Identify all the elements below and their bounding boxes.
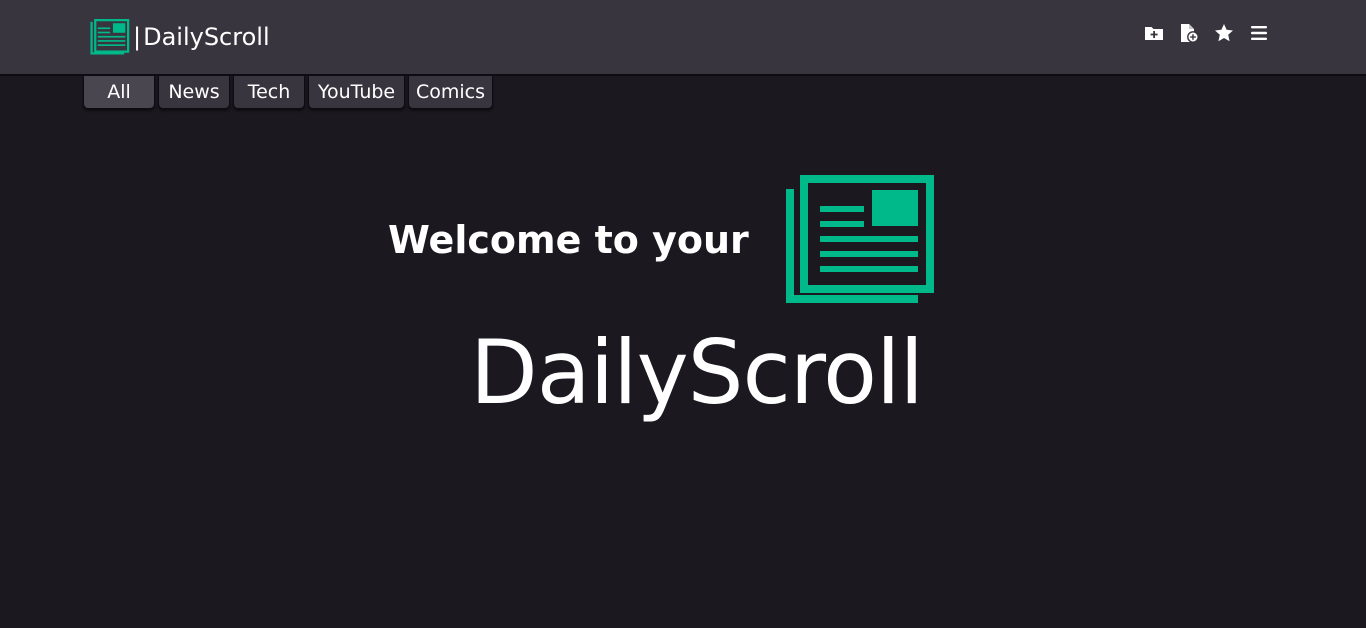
category-tabs: All News Tech YouTube Comics [83,76,493,109]
tab-news[interactable]: News [158,76,230,109]
tab-all[interactable]: All [83,76,155,109]
header-actions [1136,22,1276,44]
newspaper-icon [786,175,934,303]
tab-tech[interactable]: Tech [233,76,305,109]
folder-plus-icon [1144,27,1163,40]
top-navbar: | DailyScroll [0,0,1366,76]
add-folder-button[interactable] [1136,22,1171,44]
star-icon [1214,24,1233,42]
add-feed-button[interactable] [1171,22,1206,44]
hero-brand-name: DailyScroll [470,321,924,424]
brand-logo[interactable]: | DailyScroll [88,19,270,55]
tab-comics[interactable]: Comics [408,76,493,109]
brand-name: DailyScroll [143,23,270,51]
brand-separator: | [133,23,142,51]
file-plus-icon [1180,24,1199,43]
favorites-button[interactable] [1206,22,1241,44]
welcome-heading: Welcome to your [388,218,749,262]
tab-youtube[interactable]: YouTube [308,76,405,109]
menu-button[interactable] [1241,22,1276,44]
newspaper-icon [90,19,130,55]
hamburger-menu-icon [1250,26,1267,40]
